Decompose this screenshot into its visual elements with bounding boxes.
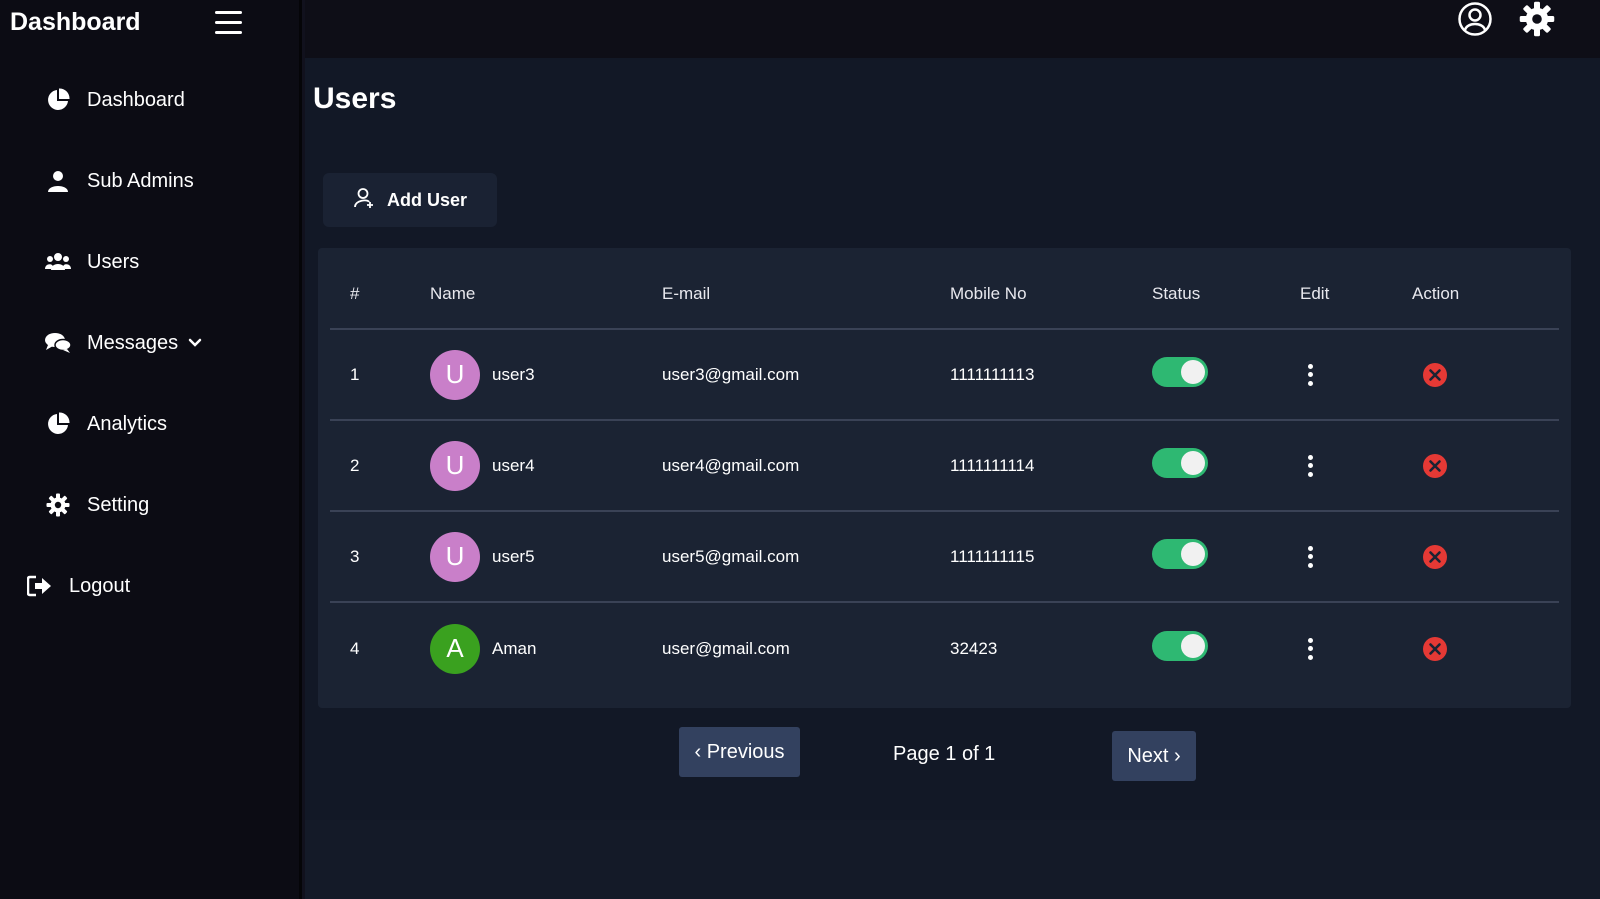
sidebar-item-label: Logout	[69, 574, 131, 597]
user-name: user5	[492, 546, 535, 566]
sidebar-item-label: Sub Admins	[87, 169, 194, 192]
avatar: U	[430, 531, 480, 582]
user-name: user4	[492, 455, 535, 475]
user-email: user@gmail.com	[662, 638, 790, 658]
more-vertical-icon[interactable]	[1300, 636, 1320, 662]
sidebar-item-label: Dashboard	[87, 88, 185, 111]
sidebar-item-label: Messages	[87, 331, 179, 354]
edit-cell	[1300, 330, 1320, 419]
sidebar-item-label: Users	[87, 250, 140, 273]
avatar: U	[430, 349, 480, 400]
previous-page-button[interactable]: ‹ Previous	[679, 727, 800, 777]
page-title: Users	[313, 82, 397, 115]
header-name: Name	[430, 284, 476, 303]
users-icon	[45, 249, 71, 275]
row-number: 4	[350, 638, 360, 658]
main-content: Users Add User # Name E-mail Mobile No S…	[305, 58, 1600, 820]
sidebar-item-logout[interactable]: Logout	[27, 566, 130, 606]
delete-x-icon[interactable]	[1422, 636, 1448, 662]
sidebar: Dashboard Dashboard Sub Admins Users Mes…	[0, 0, 302, 899]
avatar: U	[430, 440, 480, 491]
action-cell	[1412, 512, 1448, 601]
user-cell: U user3	[430, 330, 535, 419]
page-indicator: Page 1 of 1	[893, 743, 996, 765]
status-cell	[1152, 421, 1208, 510]
header-status: Status	[1152, 284, 1201, 303]
more-vertical-icon[interactable]	[1300, 453, 1320, 479]
sidebar-item-setting[interactable]: Setting	[45, 485, 149, 525]
sidebar-item-dashboard[interactable]: Dashboard	[45, 80, 185, 120]
header-number: #	[350, 284, 360, 303]
chat-icon	[45, 330, 71, 356]
status-toggle[interactable]	[1152, 538, 1208, 569]
edit-cell	[1300, 512, 1320, 601]
user-mobile: 1111111114	[950, 455, 1035, 475]
gear-icon	[45, 492, 71, 518]
footer-area	[305, 820, 1600, 899]
user-mobile: 1111111113	[950, 364, 1035, 384]
user-email: user3@gmail.com	[662, 364, 800, 384]
users-table: # Name E-mail Mobile No Status Edit Acti…	[318, 248, 1571, 708]
user-email: user5@gmail.com	[662, 546, 800, 566]
user-mobile: 32423	[950, 638, 998, 658]
user-cell: U user5	[430, 512, 535, 601]
user-name: user3	[492, 364, 535, 384]
status-cell	[1152, 512, 1208, 601]
hamburger-menu-icon[interactable]	[215, 9, 242, 36]
next-page-button[interactable]: Next ›	[1112, 731, 1196, 781]
add-user-label: Add User	[386, 189, 467, 210]
status-toggle[interactable]	[1152, 630, 1208, 661]
sidebar-item-users[interactable]: Users	[45, 242, 139, 282]
top-bar	[305, 0, 1600, 58]
action-cell	[1412, 421, 1448, 510]
status-toggle[interactable]	[1152, 447, 1208, 478]
table-row: 3 U user5 user5@gmail.com 1111111115	[330, 512, 1559, 603]
table-row: 2 U user4 user4@gmail.com 1111111114	[330, 421, 1559, 512]
chevron-down-icon[interactable]	[188, 336, 202, 350]
pie-chart-icon	[45, 411, 71, 437]
avatar: A	[430, 623, 480, 674]
header-mobile: Mobile No	[950, 284, 1027, 303]
table-row: 1 U user3 user3@gmail.com 1111111113	[330, 330, 1559, 421]
user-cell: A Aman	[430, 603, 536, 694]
app-root: Dashboard Dashboard Sub Admins Users Mes…	[0, 0, 1600, 899]
row-number: 1	[350, 364, 360, 384]
row-number: 3	[350, 546, 360, 566]
sidebar-item-analytics[interactable]: Analytics	[45, 404, 167, 444]
edit-cell	[1300, 421, 1320, 510]
logout-icon	[27, 573, 53, 599]
add-user-icon	[353, 187, 375, 214]
delete-x-icon[interactable]	[1422, 362, 1448, 388]
status-cell	[1152, 603, 1208, 694]
sidebar-item-sub-admins[interactable]: Sub Admins	[45, 161, 194, 201]
status-cell	[1152, 330, 1208, 419]
sidebar-item-label: Setting	[87, 493, 150, 516]
table-row: 4 A Aman user@gmail.com 32423	[330, 603, 1559, 694]
action-cell	[1412, 330, 1448, 419]
delete-x-icon[interactable]	[1422, 453, 1448, 479]
sidebar-item-label: Analytics	[87, 412, 168, 435]
user-circle-icon[interactable]	[1457, 1, 1493, 37]
header-action: Action	[1412, 284, 1460, 303]
sidebar-item-messages[interactable]: Messages	[45, 323, 202, 363]
add-user-button[interactable]: Add User	[323, 173, 497, 227]
more-vertical-icon[interactable]	[1300, 362, 1320, 388]
delete-x-icon[interactable]	[1422, 544, 1448, 570]
user-mobile: 1111111115	[950, 546, 1035, 566]
user-name: Aman	[492, 638, 537, 658]
header-email: E-mail	[662, 284, 711, 303]
user-cell: U user4	[430, 421, 535, 510]
edit-cell	[1300, 603, 1320, 694]
status-toggle[interactable]	[1152, 356, 1208, 387]
action-cell	[1412, 603, 1448, 694]
user-icon	[45, 168, 71, 194]
row-number: 2	[350, 455, 360, 475]
more-vertical-icon[interactable]	[1300, 544, 1320, 570]
user-email: user4@gmail.com	[662, 455, 800, 475]
header-edit: Edit	[1300, 284, 1330, 303]
table-header: # Name E-mail Mobile No Status Edit Acti…	[330, 260, 1559, 330]
settings-gear-icon[interactable]	[1519, 1, 1555, 37]
brand-title: Dashboard	[10, 8, 141, 36]
pie-chart-icon	[45, 87, 71, 113]
